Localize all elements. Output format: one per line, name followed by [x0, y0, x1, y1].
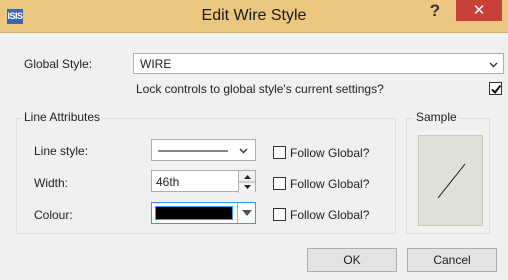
global-style-value: WIRE [140, 57, 172, 71]
sample-preview [418, 135, 483, 226]
width-spin-buttons[interactable] [238, 171, 256, 193]
line-style-select[interactable] [151, 139, 256, 161]
lock-controls-label: Lock controls to global style's current … [136, 82, 384, 96]
title-bar: ISIS Edit Wire Style ? ✕ [0, 0, 508, 33]
colour-select[interactable] [151, 202, 256, 224]
chevron-down-icon [239, 146, 248, 155]
colour-follow-global-label: Follow Global? [290, 208, 370, 222]
checkmark-icon [491, 84, 502, 95]
close-button[interactable]: ✕ [456, 0, 502, 21]
chevron-down-icon [489, 60, 498, 69]
width-follow-global-checkbox[interactable] [273, 177, 286, 190]
cancel-button[interactable]: Cancel [407, 248, 497, 272]
width-follow-global-label: Follow Global? [290, 177, 370, 191]
width-label: Width: [34, 176, 69, 190]
global-style-label: Global Style: [24, 57, 93, 71]
global-style-select[interactable]: WIRE [133, 53, 504, 74]
sample-line [437, 163, 466, 199]
line-attributes-title: Line Attributes [22, 110, 103, 124]
colour-swatch [155, 206, 233, 220]
lock-controls-checkbox[interactable] [489, 82, 502, 95]
line-style-preview [158, 150, 228, 152]
sample-title: Sample [414, 110, 459, 124]
width-stepper[interactable]: 46th [151, 170, 256, 193]
line-style-label: Line style: [34, 144, 89, 158]
spin-arrows-icon [239, 175, 256, 189]
line-style-follow-global-checkbox[interactable] [273, 146, 286, 159]
caret-down-icon [242, 210, 252, 216]
help-button[interactable]: ? [424, 0, 446, 24]
colour-follow-global-checkbox[interactable] [273, 208, 286, 221]
line-style-follow-global-label: Follow Global? [290, 146, 370, 160]
width-value: 46th [156, 175, 180, 189]
colour-label: Colour: [34, 208, 73, 222]
ok-button[interactable]: OK [307, 248, 397, 272]
colour-dropdown-button[interactable] [237, 203, 255, 223]
